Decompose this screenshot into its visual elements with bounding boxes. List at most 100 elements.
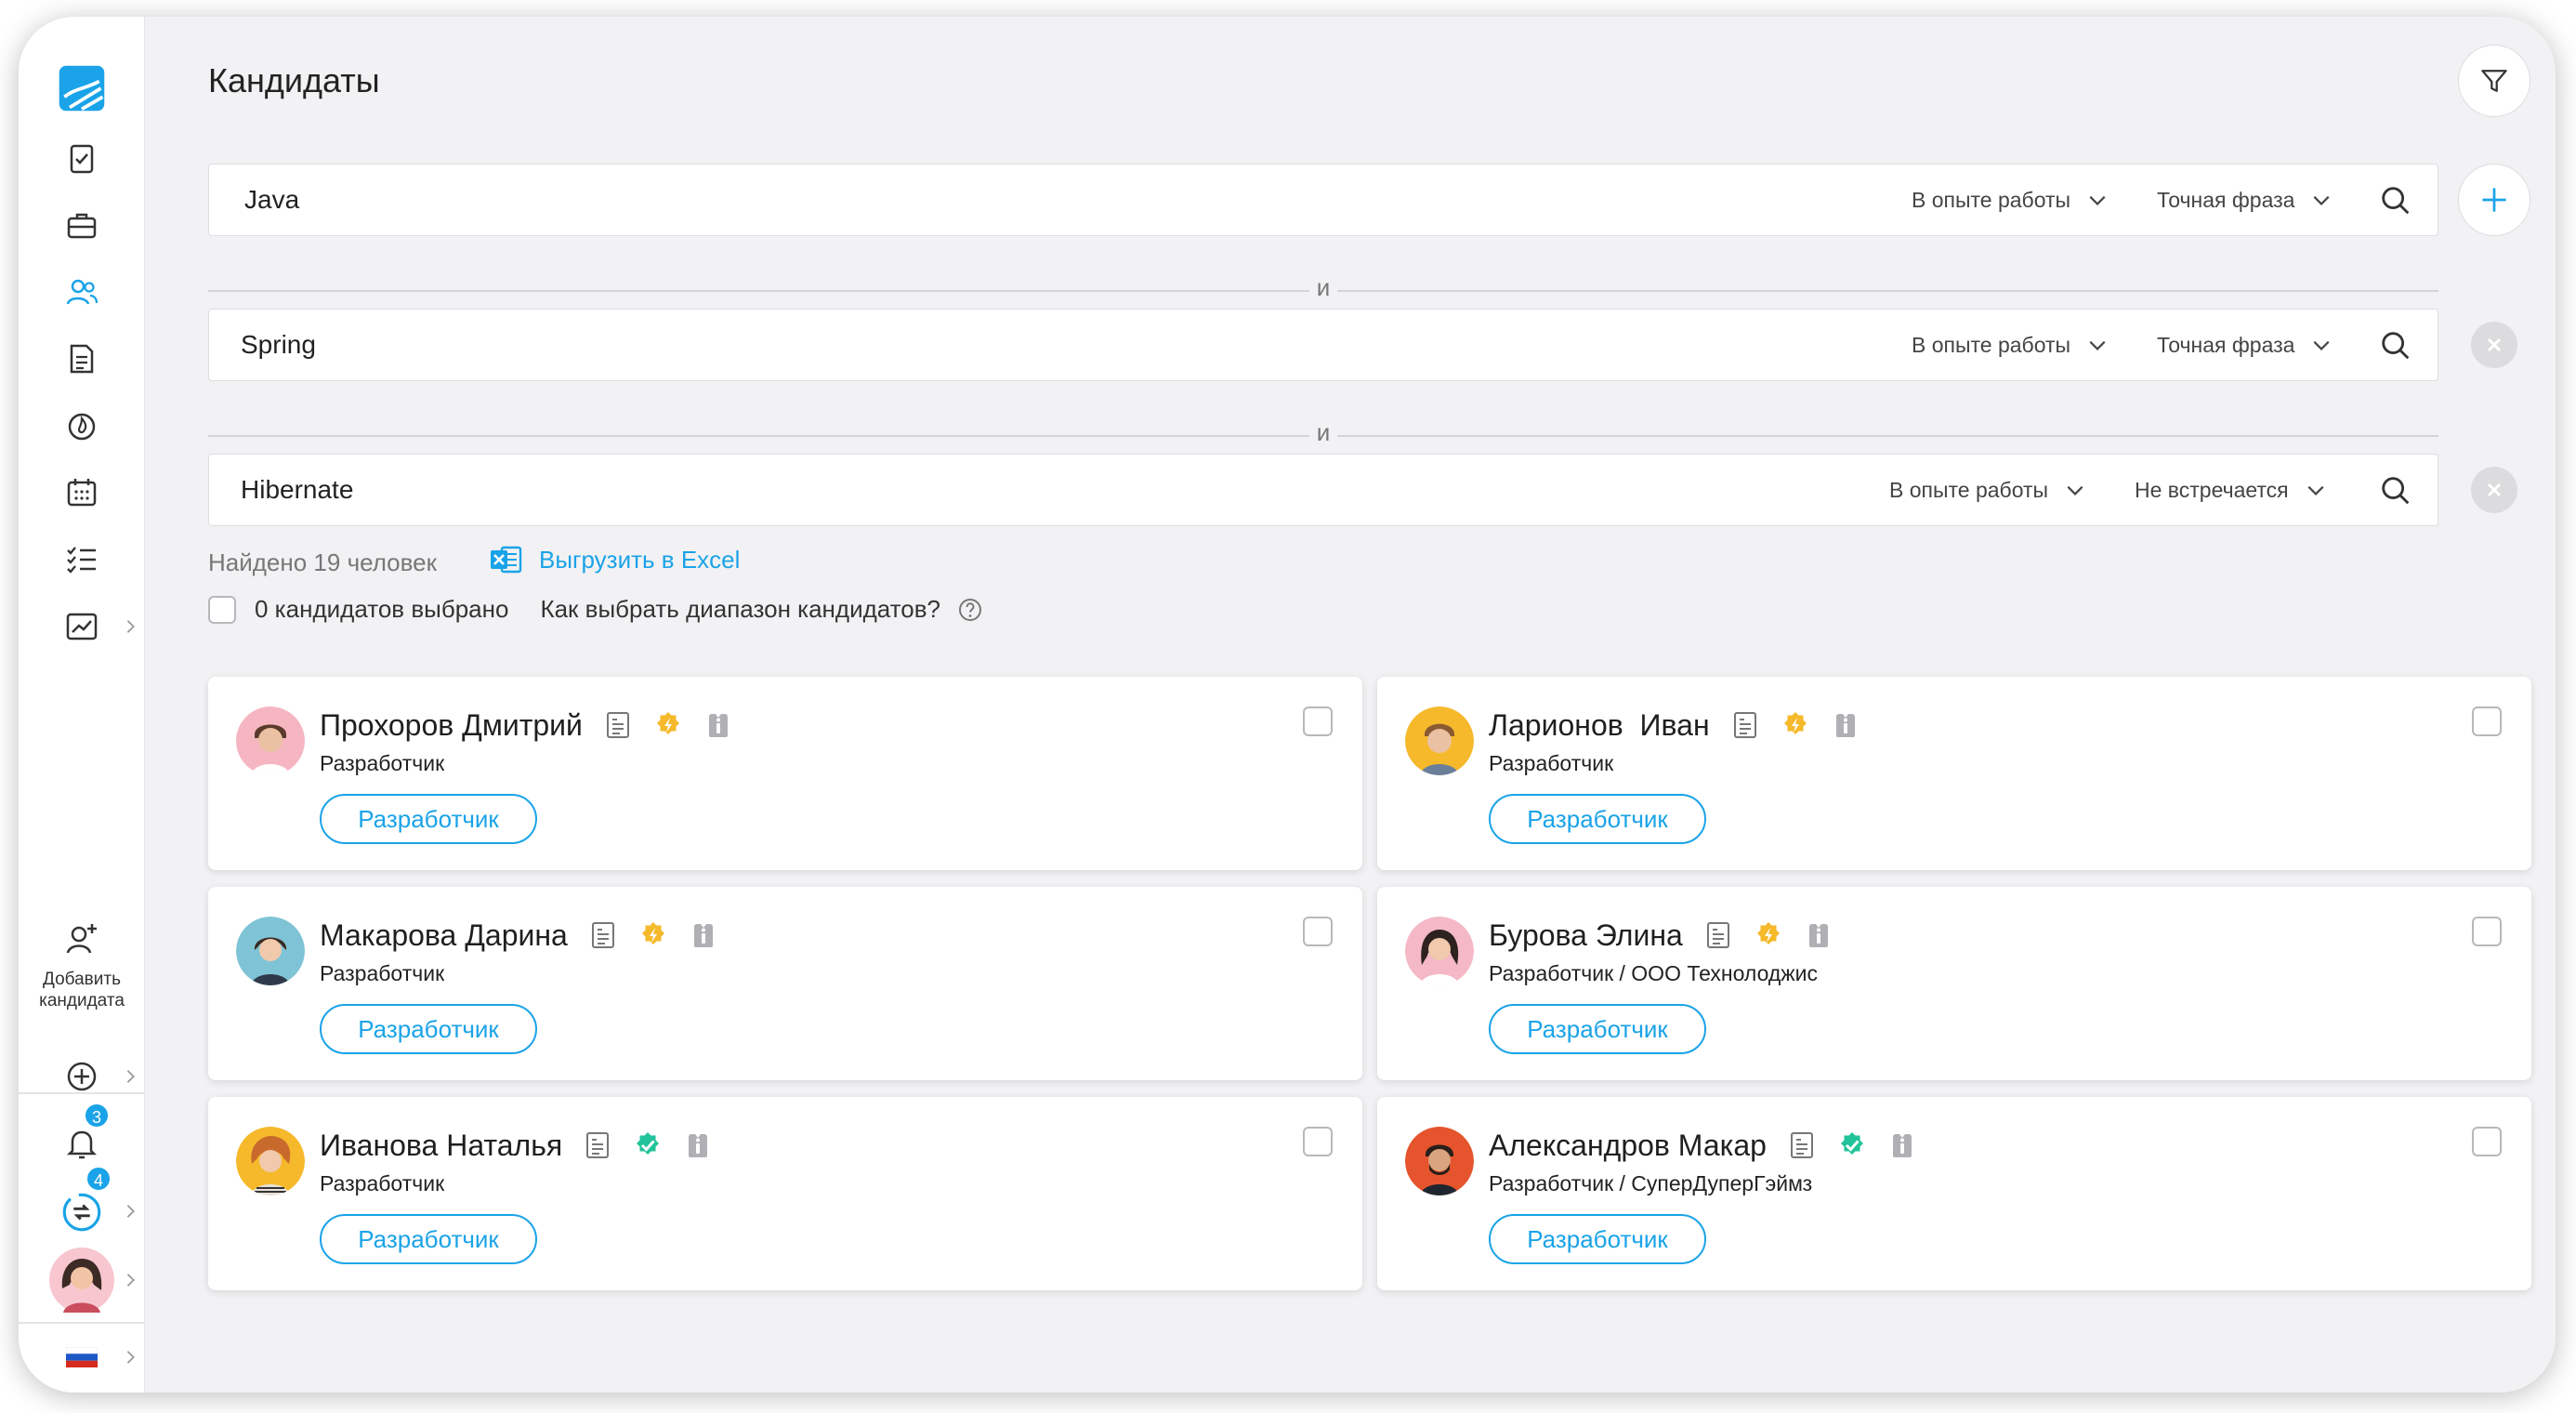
candidate-card[interactable]: Бурова Элина Разработчик / ООО Технолодж…	[1377, 887, 2531, 1080]
vacancy-tag[interactable]: Разработчик	[320, 1004, 537, 1054]
chevron-right-icon[interactable]	[123, 1203, 139, 1220]
scope-dropdown[interactable]: В опыте работы	[1912, 310, 2108, 380]
resume-icon[interactable]	[1787, 1130, 1817, 1160]
search-icon[interactable]	[2378, 183, 2413, 218]
help-icon[interactable]	[957, 597, 983, 623]
vacancy-tag[interactable]: Разработчик	[1489, 1004, 1706, 1054]
document-icon	[70, 344, 94, 374]
main-content: Кандидаты В опыте работы Точная фраза и …	[145, 17, 2556, 1393]
info-tag-icon[interactable]	[683, 1130, 713, 1160]
match-dropdown[interactable]: Не встречается	[2135, 455, 2326, 525]
sidebar-item-candidates[interactable]	[19, 266, 145, 318]
vacancy-tag[interactable]: Разработчик	[320, 794, 537, 844]
remove-search-row-button[interactable]	[2471, 467, 2517, 513]
logo-icon[interactable]	[19, 56, 145, 121]
chevron-right-icon[interactable]	[123, 1349, 139, 1366]
search-input[interactable]	[209, 165, 1882, 235]
excel-icon	[491, 546, 522, 574]
chevron-right-icon[interactable]	[123, 1272, 139, 1288]
resume-icon[interactable]	[583, 1130, 612, 1160]
match-dropdown[interactable]: Точная фраза	[2157, 165, 2332, 235]
candidate-role: Разработчик	[320, 1171, 445, 1195]
candidate-card[interactable]: Макарова Дарина Разработчик Разработчик	[208, 887, 1362, 1080]
messages-badge: 4	[85, 1166, 112, 1192]
chevron-down-icon	[2307, 485, 2324, 495]
chevron-right-icon[interactable]	[123, 1068, 139, 1085]
candidate-name[interactable]: Иванова Наталья	[320, 1129, 562, 1163]
remove-search-row-button[interactable]	[2471, 322, 2517, 368]
add-candidate-button[interactable]	[19, 917, 145, 959]
scope-dropdown[interactable]: В опыте работы	[1912, 165, 2108, 235]
info-tag-icon[interactable]	[689, 920, 718, 950]
candidate-checkbox[interactable]	[1303, 1127, 1333, 1156]
info-tag-icon[interactable]	[1831, 710, 1860, 740]
resume-icon[interactable]	[1730, 710, 1760, 740]
search-input[interactable]	[209, 455, 1882, 525]
filter-button[interactable]	[2458, 45, 2530, 117]
sidebar-divider	[19, 1322, 145, 1324]
candidate-card[interactable]: Ларионов Иван Разработчик Разработчик	[1377, 677, 2531, 870]
candidate-avatar	[236, 917, 305, 985]
lightning-badge-icon	[1756, 922, 1780, 944]
candidate-card[interactable]: Александров Макар Разработчик / СуперДуп…	[1377, 1097, 2531, 1290]
chevron-right-icon[interactable]	[123, 618, 139, 635]
sidebar-divider	[19, 1092, 145, 1094]
briefcase-icon	[67, 213, 97, 239]
candidate-card[interactable]: Прохоров Дмитрий Разработчик Разработчик	[208, 677, 1362, 870]
info-tag-icon[interactable]	[703, 710, 733, 740]
sidebar-item-documents[interactable]	[19, 333, 145, 385]
chevron-down-icon	[2313, 195, 2330, 205]
russia-flag-icon	[66, 1347, 98, 1367]
add-candidate-label[interactable]: Добавить кандидата	[19, 969, 145, 1011]
select-all-checkbox[interactable]	[208, 595, 236, 624]
range-help-link[interactable]: Как выбрать диапазон кандидатов?	[540, 595, 940, 624]
search-icon[interactable]	[2378, 328, 2413, 363]
candidate-checkbox[interactable]	[2472, 1127, 2502, 1156]
bulk-select-row: 0 кандидатов выбрано Как выбрать диапазо…	[208, 595, 983, 624]
export-excel-link[interactable]: Выгрузить в Excel	[489, 545, 740, 574]
chat-arrows-icon	[62, 1193, 101, 1232]
candidate-checkbox[interactable]	[2472, 706, 2502, 736]
and-separator: и	[208, 416, 2438, 454]
match-dropdown[interactable]: Точная фраза	[2157, 310, 2332, 380]
scope-dropdown[interactable]: В опыте работы	[1889, 455, 2085, 525]
candidate-name[interactable]: Ларионов Иван	[1489, 708, 1710, 743]
candidate-checkbox[interactable]	[1303, 917, 1333, 946]
info-tag-icon[interactable]	[1804, 920, 1833, 950]
info-tag-icon[interactable]	[1887, 1130, 1917, 1160]
search-icon[interactable]	[2378, 473, 2413, 508]
clipboard-check-icon	[70, 144, 94, 174]
candidate-card[interactable]: Иванова Наталья Разработчик Разработчик	[208, 1097, 1362, 1290]
notifications-button[interactable]	[19, 1117, 145, 1169]
resume-icon[interactable]	[1703, 920, 1733, 950]
candidate-name-line: Макарова Дарина	[320, 917, 718, 954]
resume-icon[interactable]	[603, 710, 633, 740]
vacancy-tag[interactable]: Разработчик	[1489, 794, 1706, 844]
add-search-row-button[interactable]	[2458, 164, 2530, 236]
calendar-icon	[67, 479, 97, 507]
selected-count: 0 кандидатов выбрано	[255, 595, 509, 623]
lightning-badge-icon	[641, 922, 664, 944]
candidate-name[interactable]: Макарова Дарина	[320, 918, 568, 953]
search-row-3: В опыте работы Не встречается	[208, 454, 2438, 526]
avatar	[49, 1248, 114, 1313]
search-input[interactable]	[209, 310, 1882, 380]
candidate-name[interactable]: Александров Макар	[1489, 1129, 1767, 1163]
sidebar-item-tasks[interactable]	[19, 132, 145, 184]
candidate-name[interactable]: Прохоров Дмитрий	[320, 708, 583, 743]
user-plus-icon	[66, 924, 97, 954]
candidate-name[interactable]: Бурова Элина	[1489, 918, 1683, 953]
candidate-checkbox[interactable]	[1303, 706, 1333, 736]
vacancy-tag[interactable]: Разработчик	[320, 1214, 537, 1264]
candidate-checkbox[interactable]	[2472, 917, 2502, 946]
resume-icon[interactable]	[588, 920, 618, 950]
close-icon	[2487, 482, 2502, 497]
app-window: Добавить кандидата 3 4 Кандидаты Java В …	[19, 17, 2556, 1393]
candidate-name-line: Бурова Элина	[1489, 917, 1833, 954]
sidebar-item-calendar[interactable]	[19, 467, 145, 519]
vacancy-tag[interactable]: Разработчик	[1489, 1214, 1706, 1264]
sidebar-item-hot[interactable]	[19, 400, 145, 452]
notifications-badge: 3	[84, 1103, 110, 1129]
sidebar-item-checklist[interactable]	[19, 534, 145, 586]
sidebar-item-vacancies[interactable]	[19, 199, 145, 251]
